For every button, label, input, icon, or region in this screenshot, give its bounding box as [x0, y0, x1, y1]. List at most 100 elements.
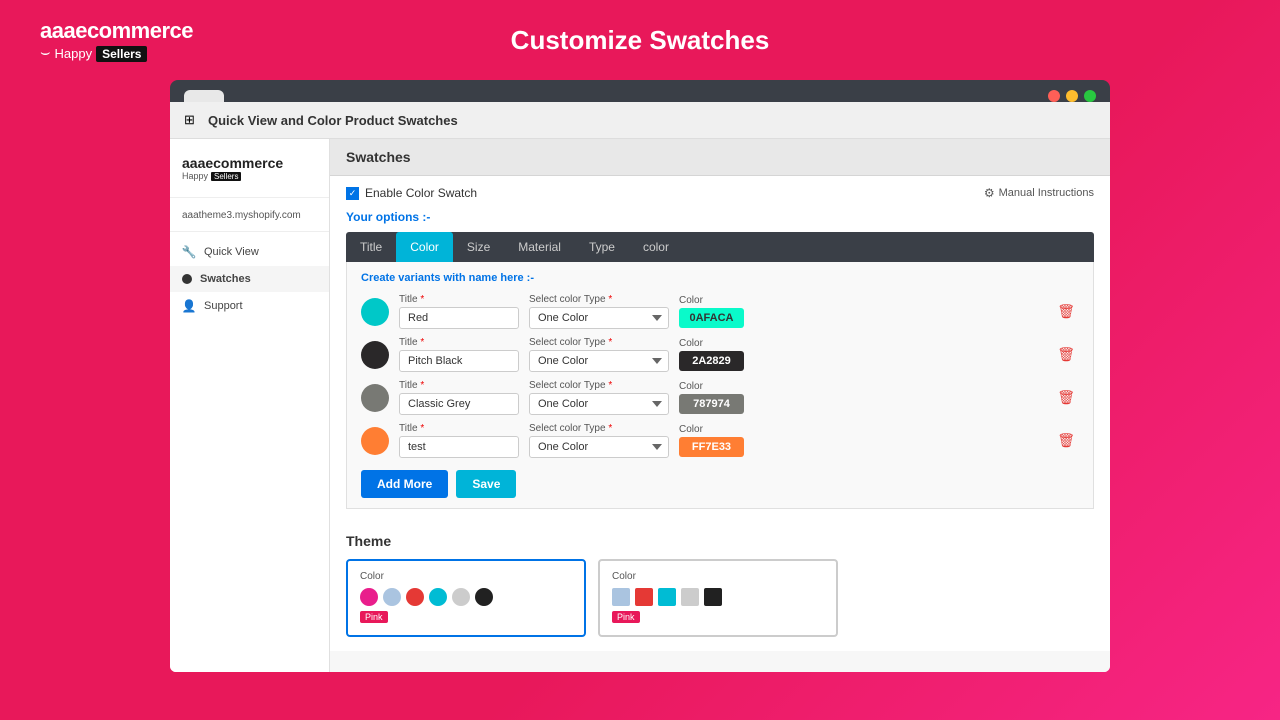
browser-chrome — [170, 80, 1110, 102]
sidebar-brand-tagline: Happy Sellers — [182, 171, 317, 181]
color-type-field-wrapper-3: Select color Type * One Color — [529, 380, 669, 415]
sidebar-brand-name: aaaecommerce — [182, 155, 317, 171]
color-type-label-1: Select color Type * — [529, 294, 669, 305]
color-badge-4[interactable]: FF7E33 — [679, 437, 744, 457]
sidebar-item-swatches[interactable]: Swatches — [170, 266, 329, 292]
app-title: Quick View and Color Product Swatches — [208, 113, 458, 128]
sidebar-nav: 🔧 Quick View Swatches 👤 Support — [170, 232, 329, 326]
color-type-select-wrapper-2: One Color — [529, 350, 669, 372]
theme-pink-label-2: Pink — [612, 611, 640, 623]
title-field-label-1: Title * — [399, 294, 519, 305]
theme-card-1-label: Color — [360, 571, 572, 582]
manual-instructions-btn[interactable]: ⚙ Manual Instructions — [984, 186, 1094, 200]
swatch-sq-lightblue — [612, 588, 630, 606]
color-field-wrapper-2: Color 2A2829 — [679, 338, 744, 371]
enable-left: ✓ Enable Color Swatch — [346, 186, 477, 200]
color-hex-label-4: Color — [679, 424, 744, 435]
variant-fields-3: Title * Select color Type * One Color — [399, 380, 1043, 415]
color-hex-label-3: Color — [679, 381, 744, 392]
color-hex-label-2: Color — [679, 338, 744, 349]
variant-row-4: Title * Select color Type * One Color — [361, 423, 1079, 458]
title-field-wrapper-3: Title * — [399, 380, 519, 415]
swatch-black — [475, 588, 493, 606]
variants-section: Create variants with name here :- Title … — [346, 262, 1094, 509]
add-more-button[interactable]: Add More — [361, 470, 448, 498]
delete-btn-2[interactable]: 🗑 — [1053, 344, 1079, 365]
title-field-label-2: Title * — [399, 337, 519, 348]
color-type-field-wrapper-1: Select color Type * One Color — [529, 294, 669, 329]
theme-card-circle[interactable]: Color Pink — [346, 559, 586, 637]
inner-layout: aaaecommerce Happy Sellers aaatheme3.mys… — [170, 139, 1110, 672]
variant-color-circle-4 — [361, 427, 389, 455]
sidebar-item-quick-view-label: Quick View — [204, 246, 259, 258]
color-type-select-1[interactable]: One Color — [529, 307, 669, 329]
title-input-2[interactable] — [399, 350, 519, 372]
variant-row-3: Title * Select color Type * One Color — [361, 380, 1079, 415]
save-button[interactable]: Save — [456, 470, 516, 498]
theme-label: Theme — [346, 533, 1094, 549]
variant-color-circle-1 — [361, 298, 389, 326]
brand-logo: aaaecommerce ⌣ Happy Sellers — [40, 18, 193, 62]
color-type-label-2: Select color Type * — [529, 337, 669, 348]
title-field-label-3: Title * — [399, 380, 519, 391]
swatch-sq-cyan — [658, 588, 676, 606]
color-badge-1[interactable]: 0AFACA — [679, 308, 744, 328]
maximize-dot[interactable] — [1084, 90, 1096, 102]
color-hex-label-1: Color — [679, 295, 744, 306]
minimize-dot[interactable] — [1066, 90, 1078, 102]
tab-size[interactable]: Size — [453, 232, 504, 262]
tab-title[interactable]: Title — [346, 232, 396, 262]
enable-checkbox[interactable]: ✓ — [346, 187, 359, 200]
color-type-label-4: Select color Type * — [529, 423, 669, 434]
swatch-red — [406, 588, 424, 606]
sidebar-brand: aaaecommerce Happy Sellers — [170, 155, 329, 198]
manual-instructions-label: Manual Instructions — [999, 187, 1094, 199]
main-content: Swatches ✓ Enable Color Swatch ⚙ Manual … — [330, 139, 1110, 672]
tab-color[interactable]: Color — [396, 232, 453, 262]
smile-decoration: ⌣ — [40, 44, 51, 62]
sidebar: aaaecommerce Happy Sellers aaatheme3.mys… — [170, 139, 330, 672]
brand-tagline: Happy Sellers — [55, 46, 148, 62]
enable-label: Enable Color Swatch — [365, 186, 477, 200]
top-header: aaaecommerce ⌣ Happy Sellers Customize S… — [0, 0, 1280, 80]
color-field-wrapper-3: Color 787974 — [679, 381, 744, 414]
action-buttons: Add More Save — [361, 470, 1079, 498]
sidebar-item-quick-view[interactable]: 🔧 Quick View — [170, 238, 329, 266]
sidebar-item-support-label: Support — [204, 300, 243, 312]
swatch-sq-black — [704, 588, 722, 606]
tab-type[interactable]: Type — [575, 232, 629, 262]
color-field-wrapper-1: Color 0AFACA — [679, 295, 744, 328]
your-options-label: Your options :- — [346, 210, 1094, 224]
color-type-label-3: Select color Type * — [529, 380, 669, 391]
close-dot[interactable] — [1048, 90, 1060, 102]
color-type-select-wrapper-1: One Color — [529, 307, 669, 329]
variant-fields-1: Title * Select color Type * One Color — [399, 294, 1043, 329]
delete-btn-4[interactable]: 🗑 — [1053, 430, 1079, 451]
color-badge-2[interactable]: 2A2829 — [679, 351, 744, 371]
page-title: Customize Swatches — [511, 25, 770, 56]
delete-btn-3[interactable]: 🗑 — [1053, 387, 1079, 408]
delete-btn-1[interactable]: 🗑 — [1053, 301, 1079, 322]
title-input-1[interactable] — [399, 307, 519, 329]
tab-color2[interactable]: color — [629, 232, 683, 262]
color-type-field-wrapper-2: Select color Type * One Color — [529, 337, 669, 372]
title-input-4[interactable] — [399, 436, 519, 458]
variant-fields-2: Title * Select color Type * One Color — [399, 337, 1043, 372]
color-type-select-3[interactable]: One Color — [529, 393, 669, 415]
color-type-field-wrapper-4: Select color Type * One Color — [529, 423, 669, 458]
main-window: ⊞ Quick View and Color Product Swatches … — [170, 102, 1110, 672]
swatch-lightblue — [383, 588, 401, 606]
color-type-select-4[interactable]: One Color — [529, 436, 669, 458]
variant-row-1: Title * Select color Type * One Color — [361, 294, 1079, 329]
color-field-wrapper-4: Color FF7E33 — [679, 424, 744, 457]
theme-cards: Color Pink Color — [346, 559, 1094, 637]
theme-card-square[interactable]: Color Pink — [598, 559, 838, 637]
color-type-select-2[interactable]: One Color — [529, 350, 669, 372]
title-input-3[interactable] — [399, 393, 519, 415]
swatch-pink — [360, 588, 378, 606]
tab-material[interactable]: Material — [504, 232, 575, 262]
user-icon: 👤 — [182, 299, 196, 313]
color-badge-3[interactable]: 787974 — [679, 394, 744, 414]
sidebar-item-support[interactable]: 👤 Support — [170, 292, 329, 320]
variant-row-2: Title * Select color Type * One Color — [361, 337, 1079, 372]
